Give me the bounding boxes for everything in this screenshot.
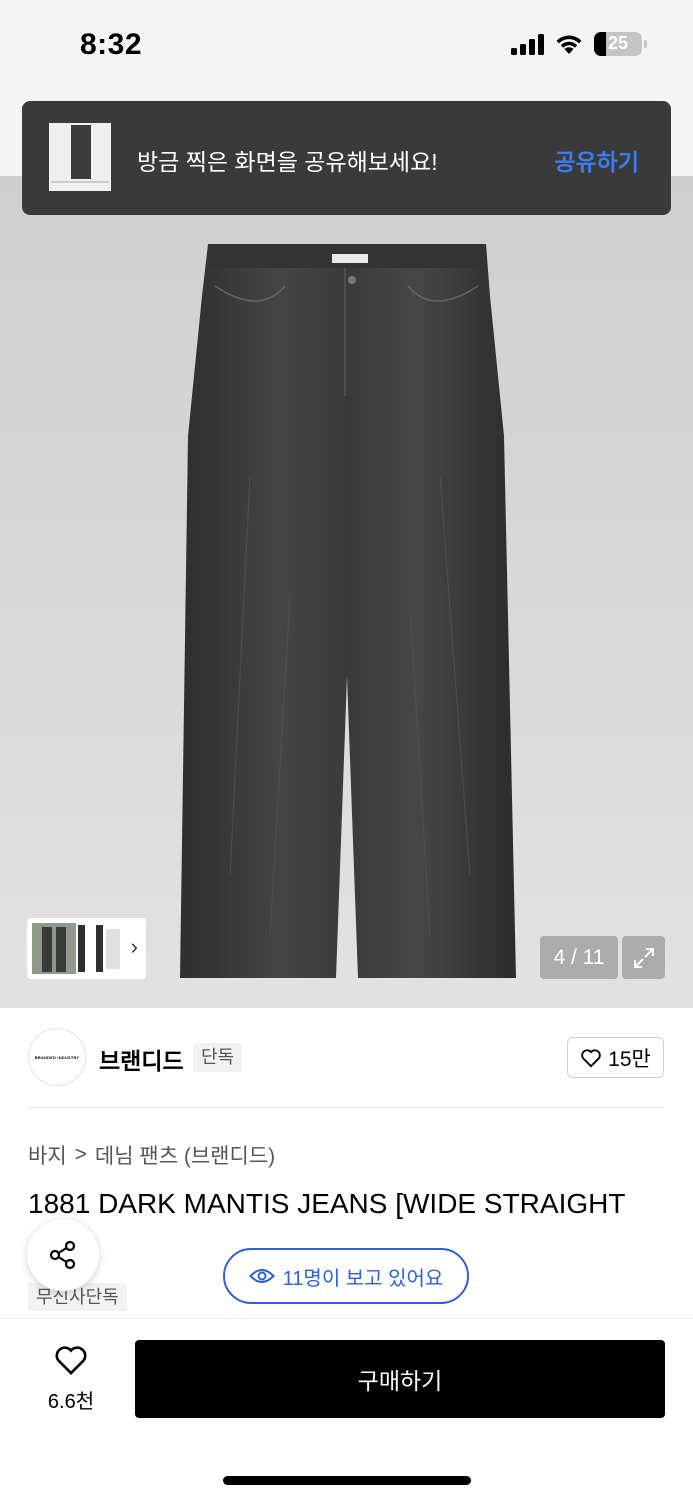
expand-icon xyxy=(633,947,654,968)
status-time: 8:32 xyxy=(80,28,143,61)
thumbnail-strip[interactable]: › xyxy=(27,918,146,979)
product-title: 1881 DARK MANTIS JEANS [WIDE STRAIGHT xyxy=(28,1188,626,1219)
battery-cap xyxy=(644,40,647,48)
breadcrumb: 바지 > 데님 팬츠 (브랜디드) xyxy=(28,1140,275,1170)
brand-like-button[interactable]: 15만 xyxy=(567,1037,664,1078)
wishlist-count: 6.6천 xyxy=(47,1391,95,1413)
battery-level: 25 xyxy=(607,33,629,53)
thumbnail-images xyxy=(32,923,120,974)
viewers-text: 11명이 보고 있어요 xyxy=(282,1267,444,1290)
divider xyxy=(28,1107,664,1108)
brand-like-count: 15만 xyxy=(608,1047,651,1071)
brand-name[interactable]: 브랜디드 xyxy=(99,1042,184,1076)
brand-logo[interactable]: BRANDED INDUSTRY xyxy=(28,1028,86,1086)
share-icon xyxy=(49,1240,76,1270)
home-indicator[interactable] xyxy=(223,1476,471,1485)
product-image[interactable] xyxy=(0,176,693,1008)
viewers-indicator: 11명이 보고 있어요 xyxy=(223,1248,469,1304)
share-button[interactable] xyxy=(27,1219,99,1291)
breadcrumb-subcategory[interactable]: 데님 팬츠 (브랜디드) xyxy=(95,1140,275,1170)
share-toast: 방금 찍은 화면을 공유해보세요! 공유하기 xyxy=(22,101,671,215)
heart-icon xyxy=(55,1346,87,1375)
signal-icon xyxy=(511,33,544,55)
share-now-button[interactable]: 공유하기 xyxy=(554,143,639,177)
status-bar: 8:32 25 xyxy=(0,0,693,100)
wishlist-button[interactable]: 6.6천 xyxy=(40,1344,102,1414)
wifi-icon xyxy=(556,35,582,54)
image-page-counter: 4 / 11 xyxy=(540,936,618,979)
toast-message: 방금 찍은 화면을 공유해보세요! xyxy=(137,149,438,175)
status-icons: 25 xyxy=(511,32,647,56)
expand-button[interactable] xyxy=(622,936,665,979)
jeans-image xyxy=(180,244,516,978)
screenshot-thumbnail[interactable] xyxy=(49,123,111,191)
eye-icon xyxy=(248,1269,275,1283)
chevron-right-icon[interactable]: › xyxy=(131,934,138,960)
breadcrumb-category[interactable]: 바지 xyxy=(28,1140,67,1170)
heart-icon xyxy=(581,1048,601,1067)
battery-icon: 25 xyxy=(594,32,642,56)
exclusive-badge: 단독 xyxy=(193,1043,243,1072)
buy-button[interactable]: 구매하기 xyxy=(135,1340,665,1418)
breadcrumb-separator: > xyxy=(74,1143,87,1166)
brand-logo-text: BRANDED INDUSTRY xyxy=(34,1054,80,1060)
